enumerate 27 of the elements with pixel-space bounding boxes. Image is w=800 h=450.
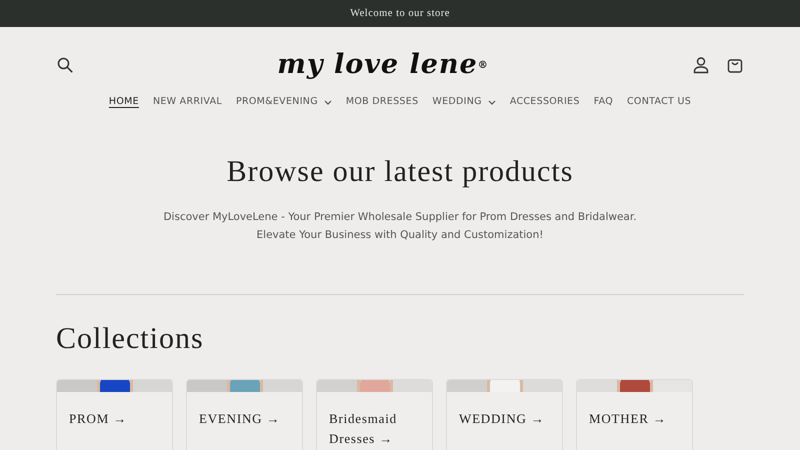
collection-title[interactable]: Bridesmaid Dresses → bbox=[317, 392, 432, 450]
section-heading: Collections bbox=[56, 321, 204, 358]
hero-description: Discover MyLoveLene - Your Premier Wholesale Supplier for Prom Dresses and Bridalwear. Elevate Your Business with Quality and Customization! bbox=[162, 210, 638, 244]
nav-link[interactable]: WEDDING bbox=[425, 92, 503, 112]
nav-link[interactable]: MOB DRESSES bbox=[338, 92, 426, 112]
nav-link[interactable]: ACCESSORIES bbox=[502, 92, 587, 112]
announcement-text: Welcome to our store bbox=[350, 6, 450, 21]
collection-card[interactable]: EVENING → bbox=[186, 379, 303, 450]
nav-link[interactable]: FAQ bbox=[586, 92, 620, 112]
nav-link[interactable]: PROM&EVENING bbox=[228, 92, 339, 112]
caret-icon[interactable] bbox=[488, 100, 496, 105]
collection-card[interactable]: PROM → bbox=[56, 379, 173, 450]
page-heading: Browse our latest products bbox=[226, 154, 574, 190]
collection-title[interactable]: MOTHER → bbox=[577, 392, 692, 430]
caret-icon[interactable] bbox=[324, 100, 332, 105]
account-icon[interactable] bbox=[692, 56, 710, 74]
collection-card[interactable]: Bridesmaid Dresses → bbox=[316, 379, 433, 450]
collection-card[interactable]: WEDDING → bbox=[446, 379, 563, 450]
collection-title[interactable]: EVENING → bbox=[187, 392, 302, 430]
nav-link[interactable]: HOME bbox=[102, 92, 146, 112]
nav-link[interactable]: NEW ARRIVAL bbox=[146, 92, 229, 112]
collection-title[interactable]: PROM → bbox=[57, 392, 172, 430]
search-icon[interactable] bbox=[56, 56, 74, 74]
collection-title[interactable]: WEDDING → bbox=[447, 392, 562, 430]
collection-card[interactable]: MOTHER → bbox=[576, 379, 693, 450]
nav-link[interactable]: CONTACT US bbox=[620, 92, 698, 112]
logo[interactable]: my love lene$^{®}$ bbox=[277, 51, 489, 78]
